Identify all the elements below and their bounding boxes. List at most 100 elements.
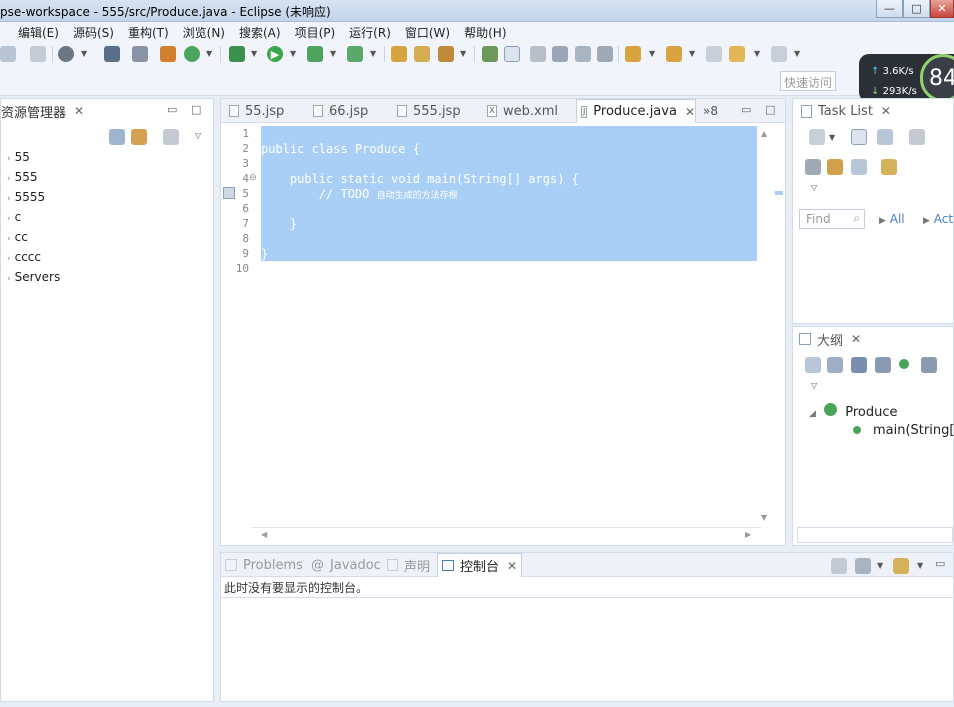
fold-icon[interactable]: ⊖ [249, 173, 257, 183]
expand-icon[interactable]: › [7, 194, 11, 204]
editor-tab-66-jsp[interactable]: 66.jsp [309, 99, 391, 123]
filter-activate-link[interactable]: ▶ Acti [923, 212, 954, 226]
synchronize-icon[interactable] [881, 159, 897, 175]
chevron-down-icon[interactable]: ▼ [917, 561, 923, 570]
menu-source[interactable]: 源码(S) [73, 24, 114, 41]
scheduled-icon[interactable] [877, 129, 893, 145]
collapse-all-icon[interactable] [851, 159, 867, 175]
expand-icon[interactable]: › [7, 154, 11, 164]
minimize-icon[interactable]: ▭ [935, 557, 945, 570]
collapse-all-icon[interactable] [805, 357, 821, 373]
outline-class-item[interactable]: ◢ Produce [809, 403, 897, 420]
tree-item[interactable]: › 55 [7, 150, 30, 164]
chevron-down-icon[interactable]: ▼ [330, 49, 336, 58]
close-icon[interactable]: ✕ [507, 559, 517, 573]
monitor-icon[interactable] [104, 46, 120, 62]
view-menu-icon[interactable]: ▽ [811, 381, 817, 390]
package-icon[interactable] [160, 46, 176, 62]
menu-run[interactable]: 运行(R) [349, 24, 391, 41]
code-line[interactable]: } [261, 247, 268, 261]
scroll-up-icon[interactable]: ▲ [761, 129, 767, 138]
more-tabs-button[interactable]: »8 [703, 99, 718, 123]
wand-icon[interactable] [438, 46, 454, 62]
whitespace-icon[interactable] [597, 46, 613, 62]
editor-tab-produce-java[interactable]: J Produce.java ✕ [576, 99, 696, 123]
outline-method-item[interactable]: main(String[]) [853, 423, 954, 438]
filter-icon[interactable] [163, 129, 179, 145]
chevron-down-icon[interactable]: ▼ [689, 49, 695, 58]
tree-item[interactable]: › cccc [7, 250, 41, 264]
sort-icon[interactable] [827, 357, 843, 373]
close-icon[interactable]: ✕ [74, 104, 84, 118]
maximize-icon[interactable]: □ [191, 103, 201, 116]
previous-annotation-icon[interactable] [666, 46, 682, 62]
chevron-down-icon[interactable]: ▼ [829, 133, 835, 142]
tree-item[interactable]: › 555 [7, 170, 38, 184]
find-input[interactable]: Find ⌕ [799, 209, 865, 229]
pin-icon[interactable] [132, 46, 148, 62]
expand-icon[interactable]: › [7, 234, 11, 244]
quick-access-input[interactable]: 快速访问 [780, 71, 836, 91]
code-line[interactable]: } [261, 217, 297, 231]
chevron-down-icon[interactable]: ▼ [290, 49, 296, 58]
menu-refactor[interactable]: 重构(T) [128, 24, 169, 41]
expand-icon[interactable]: › [7, 254, 11, 264]
save-all-icon[interactable] [30, 46, 46, 62]
new-task-icon[interactable] [809, 129, 825, 145]
tree-item[interactable]: › 5555 [7, 190, 45, 204]
close-icon[interactable]: ✕ [851, 332, 861, 346]
tab-problems[interactable]: Problems [225, 553, 303, 577]
focus-icon[interactable] [827, 159, 843, 175]
code-line[interactable]: public static void main(String[] args) { [261, 172, 579, 186]
run-server-icon[interactable] [307, 46, 323, 62]
task-marker-icon[interactable] [223, 187, 235, 199]
scroll-down-icon[interactable]: ▼ [761, 513, 767, 522]
open-console-icon[interactable] [893, 558, 909, 574]
back-arrow-icon[interactable] [729, 46, 745, 62]
task-list-tab[interactable]: Task List ✕ [801, 99, 891, 123]
tree-item[interactable]: › cc [7, 230, 28, 244]
tab-console[interactable]: 控制台 ✕ [437, 553, 523, 577]
chevron-down-icon[interactable]: ▼ [81, 49, 87, 58]
minimize-button[interactable]: — [876, 0, 903, 18]
chevron-down-icon[interactable]: ▼ [251, 49, 257, 58]
categorized-icon[interactable] [851, 129, 867, 145]
horizontal-scrollbar[interactable] [797, 527, 953, 543]
collapse-all-icon[interactable] [109, 129, 125, 145]
display-console-icon[interactable] [855, 558, 871, 574]
chevron-down-icon[interactable]: ▼ [649, 49, 655, 58]
view-menu-icon[interactable]: ▽ [195, 131, 201, 140]
link-editor-icon[interactable] [131, 129, 147, 145]
horizontal-scrollbar[interactable]: ◀ ▶ [251, 527, 761, 545]
menu-project[interactable]: 项目(P) [295, 24, 336, 41]
chevron-down-icon[interactable]: ▼ [877, 561, 883, 570]
chevron-down-icon[interactable]: ▼ [794, 49, 800, 58]
pin-console-icon[interactable] [831, 558, 847, 574]
run-icon[interactable]: ▶ [267, 46, 283, 62]
menu-search[interactable]: 搜索(A) [239, 24, 281, 41]
hide-completed-icon[interactable] [805, 159, 821, 175]
hide-static-icon[interactable] [875, 357, 891, 373]
block-selection-icon[interactable] [575, 46, 591, 62]
editor-tab-555-jsp[interactable]: 555.jsp [393, 99, 479, 123]
user-icon[interactable] [58, 46, 74, 62]
close-icon[interactable]: ✕ [881, 104, 891, 118]
view-menu-icon[interactable]: ▽ [811, 183, 817, 192]
editor-tab-web-xml[interactable]: Xweb.xml [483, 99, 573, 123]
code-line[interactable]: // TODO 自动生成的方法存根 [261, 187, 458, 201]
hide-nonpublic-icon[interactable] [899, 359, 909, 369]
editor-tab-55-jsp[interactable]: 55.jsp [225, 99, 307, 123]
close-button[interactable]: ✕ [930, 0, 954, 18]
link-icon[interactable] [530, 46, 546, 62]
expand-icon[interactable]: ◢ [809, 409, 816, 419]
code-line[interactable]: public class Produce { [261, 142, 420, 156]
open-folder-icon[interactable] [391, 46, 407, 62]
debug-icon[interactable] [229, 46, 245, 62]
explorer-tab[interactable]: 资源管理器 ✕ [1, 99, 84, 123]
save-icon[interactable] [0, 46, 16, 62]
tab-javadoc[interactable]: @ Javadoc [311, 553, 381, 577]
scroll-right-icon[interactable]: ▶ [745, 530, 751, 539]
tab-declaration[interactable]: 声明 [387, 553, 430, 577]
chevron-down-icon[interactable]: ▼ [370, 49, 376, 58]
chevron-down-icon[interactable]: ▼ [754, 49, 760, 58]
